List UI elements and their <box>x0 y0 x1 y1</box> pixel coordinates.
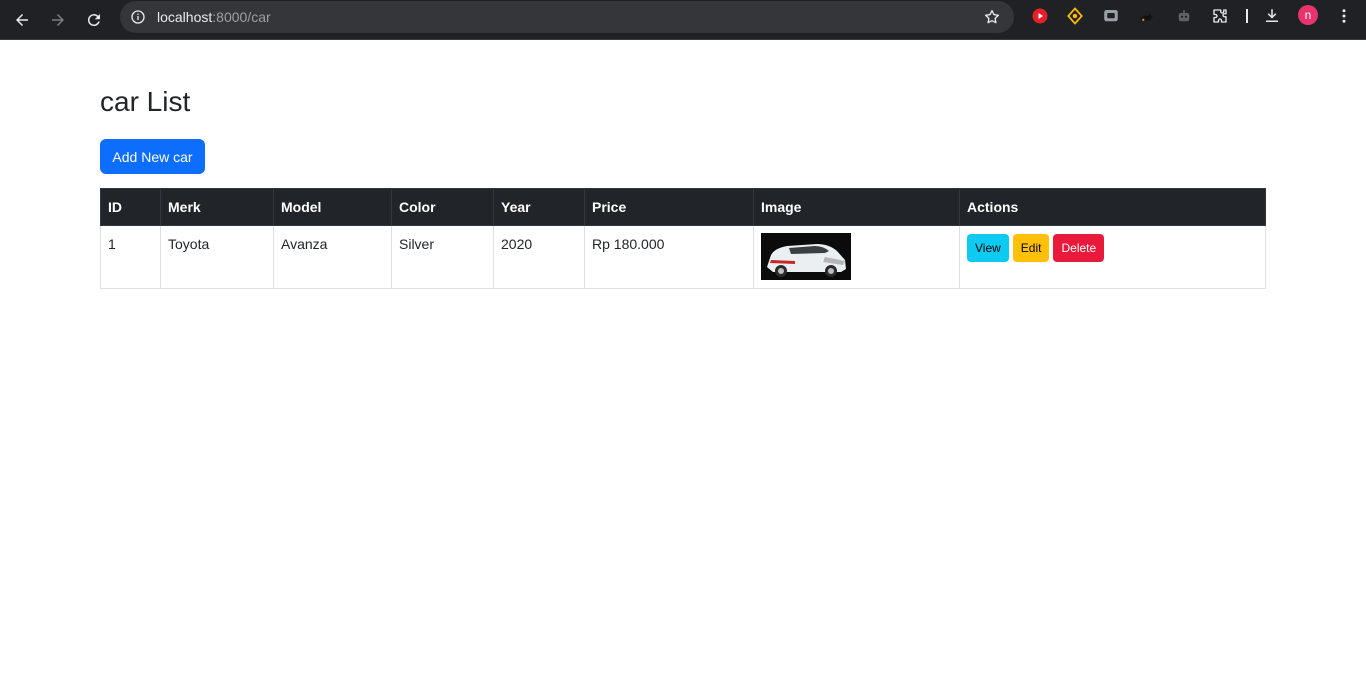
delete-button[interactable]: Delete <box>1053 234 1105 262</box>
back-button[interactable] <box>6 4 38 36</box>
address-url[interactable]: localhost:8000/car <box>157 8 271 26</box>
download-icon[interactable] <box>1262 6 1282 26</box>
header-model: Model <box>273 188 392 226</box>
cell-image <box>753 225 960 289</box>
table-header-row: ID Merk Model Color Year Price Image Act… <box>100 188 1266 226</box>
row-actions: View Edit Delete <box>967 234 1258 262</box>
header-year: Year <box>493 188 585 226</box>
arrow-right-icon <box>52 14 64 26</box>
add-new-car-button[interactable]: Add New car <box>100 139 205 174</box>
cell-id: 1 <box>100 225 161 289</box>
page-title: car List <box>100 86 191 117</box>
screen-extension-icon[interactable] <box>1101 6 1121 26</box>
cell-year: 2020 <box>493 225 585 289</box>
car-table: ID Merk Model Color Year Price Image Act… <box>100 188 1266 289</box>
reload-icon <box>87 14 100 27</box>
browser-toolbar: localhost:8000/car n <box>0 0 1366 40</box>
edit-button[interactable]: Edit <box>1012 234 1050 262</box>
url-path: :8000/car <box>212 9 271 25</box>
youtube-extension-icon[interactable] <box>1030 6 1050 26</box>
header-actions: Actions <box>959 188 1266 226</box>
bookmark-star-icon[interactable] <box>982 7 1002 27</box>
profile-avatar[interactable]: n <box>1298 5 1318 25</box>
toolbar-divider <box>1246 9 1248 23</box>
menu-dots-icon[interactable] <box>1334 6 1354 26</box>
header-id: ID <box>100 188 161 226</box>
header-image: Image <box>753 188 960 226</box>
site-info-icon[interactable] <box>128 7 148 27</box>
url-host: localhost <box>157 9 213 25</box>
header-price: Price <box>584 188 754 226</box>
arrow-left-icon <box>16 14 28 26</box>
cell-price: Rp 180.000 <box>584 225 754 289</box>
reload-button[interactable] <box>78 4 110 36</box>
extensions-puzzle-icon[interactable] <box>1210 6 1230 26</box>
forward-button[interactable] <box>42 4 74 36</box>
coin-extension-icon[interactable] <box>1065 6 1085 26</box>
cell-model: Avanza <box>273 225 392 289</box>
robot-extension-icon[interactable] <box>1174 6 1194 26</box>
cell-color: Silver <box>391 225 494 289</box>
table-row: 1 Toyota Avanza Silver 2020 Rp 180.000 V… <box>100 225 1266 289</box>
header-merk: Merk <box>160 188 274 226</box>
car-thumbnail <box>761 233 851 280</box>
cat-extension-icon[interactable] <box>1137 6 1157 26</box>
header-color: Color <box>391 188 494 226</box>
address-bar[interactable]: localhost:8000/car <box>120 1 1014 33</box>
cell-actions: View Edit Delete <box>959 225 1266 289</box>
cell-merk: Toyota <box>160 225 274 289</box>
view-button[interactable]: View <box>967 234 1009 262</box>
